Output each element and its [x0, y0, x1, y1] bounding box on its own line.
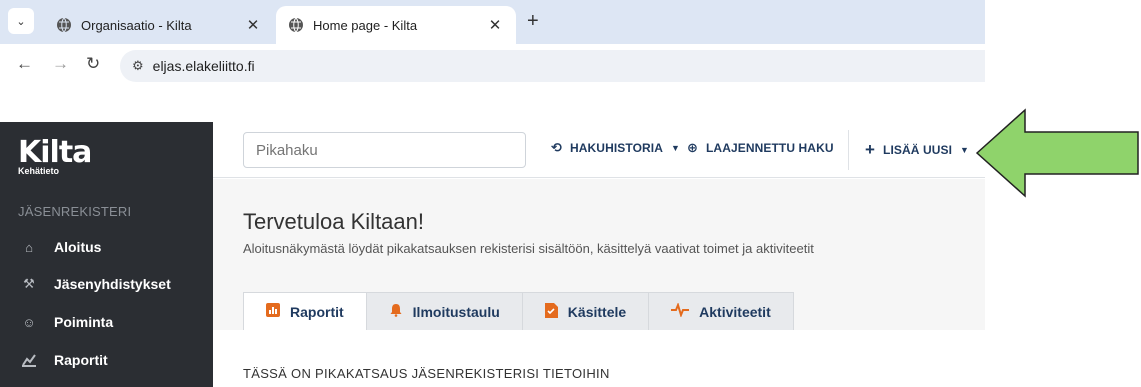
tab-label: Raportit — [290, 303, 344, 320]
chart-icon — [20, 351, 38, 369]
kilta-logo[interactable]: Kilta Kehätieto — [18, 135, 92, 177]
main-content: Tervetuloa Kiltaan! Aloitusnäkymästä löy… — [213, 179, 985, 387]
gavel-icon: ⚒ — [23, 276, 35, 291]
add-new-label: LISÄÄ UUSI — [883, 143, 953, 157]
browser-toolbar: ← → ↻ ⚙ eljas.elakeliitto.fi — [0, 44, 985, 88]
browser-tabstrip: ⌄ Organisaatio - Kilta ✕ Home page - Kil… — [0, 0, 985, 44]
tab-label: Aktiviteetit — [699, 303, 771, 320]
sidebar-item-label: Raportit — [54, 352, 108, 368]
overview-panel: TÄSSÄ ON PIKAKATSAUS JÄSENREKISTERISI TI… — [213, 330, 985, 387]
sidebar-item-poiminta[interactable]: ☺ Poiminta — [20, 310, 113, 334]
sidebar-item-raportit[interactable]: Raportit — [20, 348, 108, 372]
globe-icon — [289, 17, 303, 33]
address-bar[interactable]: ⚙ eljas.elakeliitto.fi — [120, 50, 985, 82]
tab-title: Organisaatio - Kilta — [81, 17, 192, 33]
document-icon — [544, 302, 558, 321]
sidebar-item-aloitus[interactable]: ⌂ Aloitus — [20, 235, 101, 259]
tab-label: Ilmoitustaulu — [412, 303, 500, 320]
app-topbar: ⟲ HAKUHISTORIA ▼ ⊕ LAAJENNETTU HAKU + LI… — [213, 122, 985, 178]
tab-title: Home page - Kilta — [313, 17, 418, 33]
zoom-search-icon: ⊕ — [687, 140, 698, 155]
people-icon: ☺ — [22, 314, 36, 330]
sidebar-section-label: JÄSENREKISTERI — [18, 204, 132, 219]
sidebar-item-label: Jäsenyhdistykset — [54, 276, 171, 292]
add-new-button[interactable]: + LISÄÄ UUSI ▼ — [865, 140, 969, 160]
history-icon: ⟲ — [551, 140, 562, 155]
globe-icon — [57, 17, 71, 33]
search-history-label: HAKUHISTORIA — [570, 141, 663, 155]
sidebar: Kilta Kehätieto JÄSENREKISTERI ⌂ Aloitus… — [0, 122, 213, 387]
sidebar-item-jasenyhdistykset[interactable]: ⚒ Jäsenyhdistykset — [20, 272, 171, 296]
dashboard-tabs: Raportit Ilmoitustaulu Käsittele Aktivit… — [243, 292, 794, 330]
tab-raportit[interactable]: Raportit — [243, 292, 367, 330]
browser-tab-organisaatio[interactable]: Organisaatio - Kilta ✕ — [44, 6, 274, 44]
advanced-search-label: LAAJENNETTU HAKU — [706, 141, 834, 155]
bell-icon — [389, 303, 403, 320]
caret-down-icon: ▼ — [960, 145, 970, 155]
sidebar-item-label: Aloitus — [54, 239, 102, 255]
search-history-button[interactable]: ⟲ HAKUHISTORIA ▼ — [551, 140, 680, 156]
tab-kasittele[interactable]: Käsittele — [521, 292, 650, 330]
back-icon[interactable]: ← — [16, 54, 33, 74]
url-text: eljas.elakeliitto.fi — [152, 58, 255, 74]
browser-tab-home[interactable]: Home page - Kilta ✕ — [276, 6, 516, 44]
close-icon[interactable]: ✕ — [242, 16, 264, 34]
sidebar-item-label: Poiminta — [54, 314, 114, 330]
caret-down-icon: ▼ — [670, 143, 680, 153]
tab-aktiviteetit[interactable]: Aktiviteetit — [648, 292, 794, 330]
advanced-search-button[interactable]: ⊕ LAAJENNETTU HAKU — [687, 140, 834, 156]
close-icon[interactable]: ✕ — [484, 16, 506, 34]
tab-ilmoitustaulu[interactable]: Ilmoitustaulu — [365, 292, 523, 330]
page-subtitle: Aloitusnäkymästä löydät pikakatsauksen r… — [243, 241, 814, 256]
arrow-left-icon — [975, 108, 1139, 198]
brand-name: Kilta — [18, 135, 92, 170]
quick-search-input[interactable] — [243, 132, 526, 168]
page-title: Tervetuloa Kiltaan! — [243, 209, 424, 234]
home-icon: ⌂ — [25, 239, 33, 255]
tab-search-chevron-icon[interactable]: ⌄ — [8, 8, 34, 34]
panel-title: TÄSSÄ ON PIKAKATSAUS JÄSENREKISTERISI TI… — [243, 366, 610, 381]
divider — [848, 130, 849, 170]
chart-icon — [266, 303, 280, 320]
forward-icon[interactable]: → — [52, 54, 69, 74]
new-tab-icon[interactable]: + — [527, 10, 539, 33]
site-settings-icon[interactable]: ⚙ — [132, 58, 144, 74]
plus-icon: + — [865, 140, 876, 159]
reload-icon[interactable]: ↻ — [86, 54, 100, 74]
pulse-icon — [671, 301, 690, 320]
tab-label: Käsittele — [567, 303, 627, 320]
